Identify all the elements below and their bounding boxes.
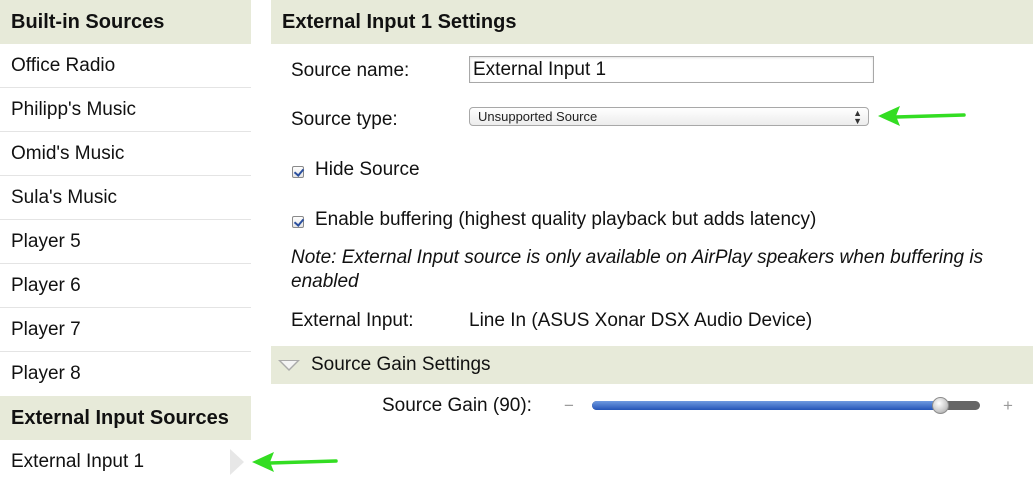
sidebar-item-philipps-music[interactable]: Philipp's Music bbox=[0, 88, 251, 132]
sidebar-item-player-8[interactable]: Player 8 bbox=[0, 352, 251, 396]
external-input-value: Line In (ASUS Xonar DSX Audio Device) bbox=[469, 310, 813, 331]
source-gain-section-header[interactable]: Source Gain Settings bbox=[271, 346, 1033, 384]
enable-buffering-checkbox[interactable] bbox=[292, 216, 304, 228]
hide-source-checkbox[interactable] bbox=[292, 166, 304, 178]
sidebar-item-player-7[interactable]: Player 7 bbox=[0, 308, 251, 352]
source-gain-slider[interactable] bbox=[592, 397, 980, 414]
source-gain-section-title: Source Gain Settings bbox=[311, 354, 491, 375]
builtin-sources-header: Built-in Sources bbox=[0, 0, 251, 44]
annotation-arrow-icon bbox=[878, 106, 966, 126]
page-title: External Input 1 Settings bbox=[271, 0, 1033, 44]
disclosure-triangle-icon[interactable] bbox=[278, 360, 300, 371]
enable-buffering-label: Enable buffering (highest quality playba… bbox=[315, 209, 817, 230]
hide-source-label: Hide Source bbox=[315, 159, 420, 180]
source-type-select[interactable]: Unsupported Source ▲ ▼ bbox=[469, 107, 869, 126]
sidebar-item-external-input-1[interactable]: External Input 1 bbox=[0, 440, 251, 484]
gain-decrease-icon[interactable]: − bbox=[564, 396, 574, 416]
source-type-label: Source type: bbox=[291, 109, 398, 130]
sidebar-item-sulas-music[interactable]: Sula's Music bbox=[0, 176, 251, 220]
sidebar-item-omids-music[interactable]: Omid's Music bbox=[0, 132, 251, 176]
gain-increase-icon[interactable]: + bbox=[1003, 396, 1013, 416]
sidebar: Built-in Sources Office Radio Philipp's … bbox=[0, 0, 251, 482]
buffering-note: Note: External Input source is only avai… bbox=[291, 247, 984, 292]
settings-panel: External Input 1 Settings Source name: E… bbox=[271, 0, 1033, 482]
sidebar-item-player-5[interactable]: Player 5 bbox=[0, 220, 251, 264]
source-gain-label: Source Gain (90): bbox=[382, 395, 532, 416]
selection-indicator-icon bbox=[230, 449, 244, 475]
source-name-field[interactable]: External Input 1 bbox=[469, 56, 874, 83]
sidebar-item-office-radio[interactable]: Office Radio bbox=[0, 44, 251, 88]
external-input-label: External Input: bbox=[291, 310, 414, 331]
sidebar-item-player-6[interactable]: Player 6 bbox=[0, 264, 251, 308]
slider-knob[interactable] bbox=[932, 397, 949, 414]
source-type-value: Unsupported Source bbox=[478, 109, 598, 124]
source-name-label: Source name: bbox=[291, 60, 410, 81]
updown-chevron-icon: ▲ ▼ bbox=[853, 108, 862, 126]
slider-fill bbox=[592, 401, 941, 410]
external-sources-header: External Input Sources bbox=[0, 396, 251, 440]
